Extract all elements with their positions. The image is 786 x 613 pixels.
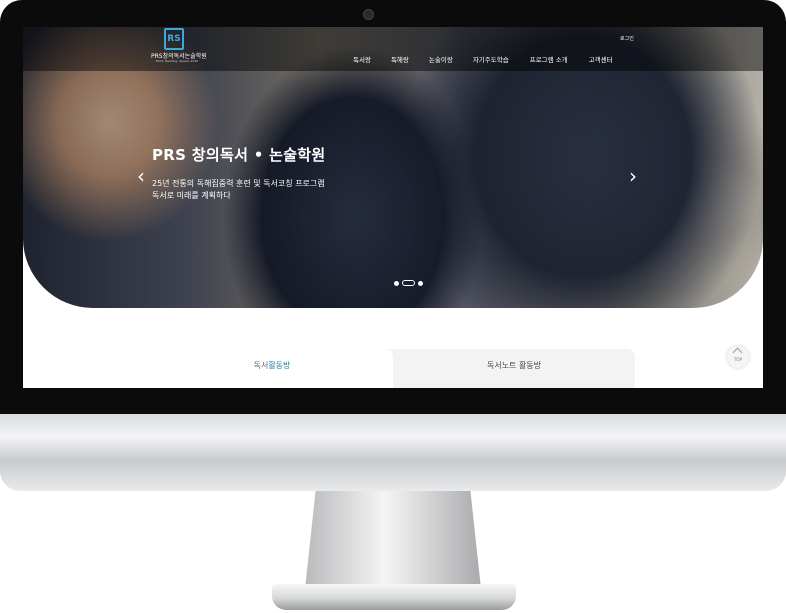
slider-prev-icon[interactable]: ‹ [137,166,145,186]
login-link[interactable]: 로그인 [620,35,634,42]
slider-next-icon[interactable]: › [629,166,637,186]
tab-label-accent: 활동방 [268,361,291,370]
nav-item-self-study[interactable]: 자기주도학습 [473,54,509,64]
slider-dot-active[interactable] [402,280,415,286]
tab-label-prefix: 독서 [253,361,269,370]
top-label: TOP [733,357,742,362]
tab-reading-note-activity[interactable]: 독서노트 활동방 [393,349,635,388]
logo-icon[interactable]: RS [164,28,184,50]
nav-item-customer-center[interactable]: 고객센터 [589,54,613,64]
activity-tabs: 독서활동방 독서노트 활동방 [151,349,635,388]
hero-banner: RS PRS창의독서논술학원 Point, Reading, Speed, 20… [23,27,763,308]
nav-item-nonsul[interactable]: 논술이랑 [429,54,453,64]
hero-description: 25년 전통의 독해집중력 훈련 및 독서코칭 프로그램 [152,179,325,188]
nav-item-program[interactable]: 프로그램 소개 [530,54,568,64]
scroll-top-button[interactable]: TOP [727,346,749,368]
website-screen: RS PRS창의독서논술학원 Point, Reading, Speed, 20… [23,27,763,388]
hero-slogan: 독서로 미래를 계획하다 [152,191,231,200]
nav-item-dokseorang[interactable]: 독서랑 [353,54,371,64]
slider-dot[interactable] [394,280,399,286]
monitor-bezel: RS PRS창의독서논술학원 Point, Reading, Speed, 20… [0,0,786,414]
hero-title: PRS 창의독서 • 논술학원 [152,146,326,164]
monitor-stand-base [272,584,516,610]
chevron-up-icon [732,347,743,358]
slider-pagination [394,280,423,286]
webcam-icon [363,9,374,20]
monitor-stand [305,491,481,589]
tab-reading-activity[interactable]: 독서활동방 [151,349,393,388]
nav-item-dokhaerang[interactable]: 독해랑 [391,54,409,64]
slider-dot[interactable] [418,280,423,286]
top-navigation-bar: RS PRS창의독서논술학원 Point, Reading, Speed, 20… [23,27,763,71]
main-nav-menu: 독서랑 독해랑 논술이랑 자기주도학습 프로그램 소개 고객센터 [353,54,613,64]
logo-tagline: Point, Reading, Speed, 2010 [155,59,199,63]
monitor-chin [0,414,786,491]
